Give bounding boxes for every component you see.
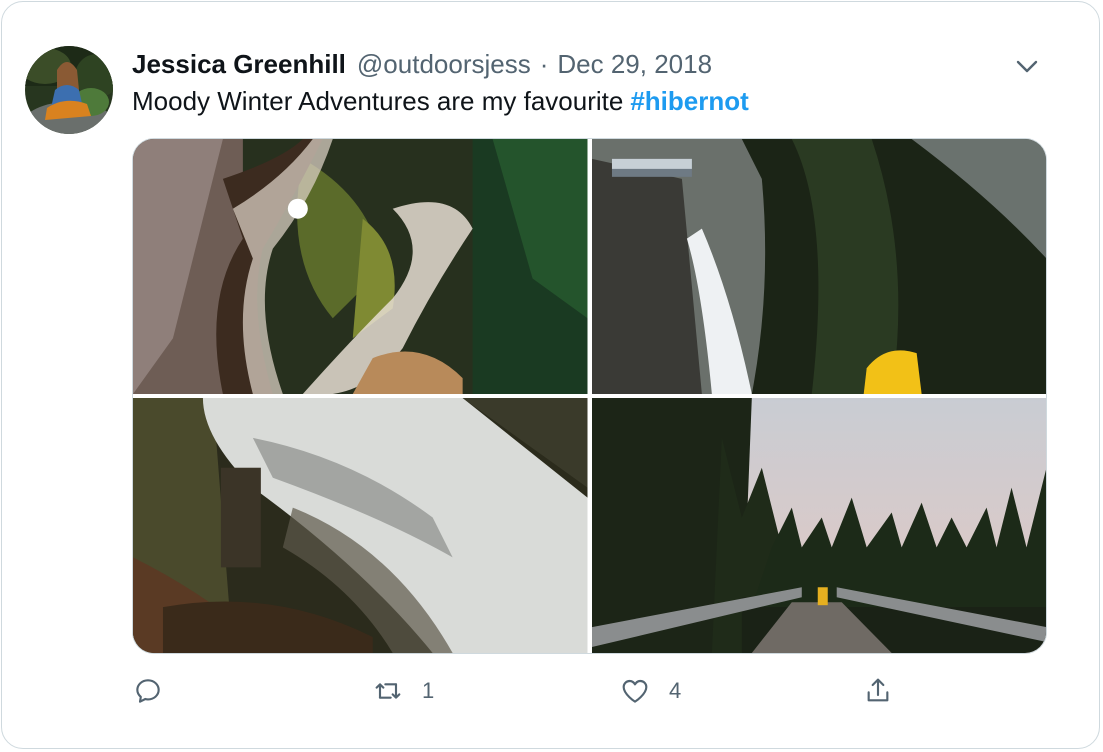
tweet-card[interactable]: Jessica Greenhill @outdoorsjess · Dec 29… [1,1,1100,749]
share-icon [867,678,889,702]
action-bar: 1 4 [132,670,1047,712]
separator-dot: · [539,48,549,79]
hashtag-link[interactable]: #hibernot [630,86,748,116]
retweet-button[interactable]: 1 [372,670,434,712]
like-count: 4 [669,678,682,703]
tweet-text: Moody Winter Adventures are my favourite… [132,86,749,117]
reply-button[interactable] [132,670,164,712]
photo-1[interactable] [133,139,588,394]
share-button[interactable] [862,670,894,712]
tweet-header: Jessica Greenhill @outdoorsjess · Dec 29… [132,46,712,82]
photo-3[interactable] [133,398,588,653]
photo-4[interactable] [591,398,1046,653]
tweet-body: Moody Winter Adventures are my favourite [132,86,624,116]
author-handle[interactable]: @outdoorsjess [357,49,531,80]
like-button[interactable]: 4 [619,670,681,712]
chevron-down-icon[interactable] [1013,52,1041,80]
media-grid [132,138,1047,654]
tweet-date[interactable]: Dec 29, 2018 [557,49,712,80]
photo-2[interactable] [591,139,1046,394]
retweet-count: 1 [422,678,435,703]
avatar[interactable] [25,46,113,134]
retweet-icon [375,683,401,699]
reply-icon [136,679,160,703]
author-name[interactable]: Jessica Greenhill [132,49,346,80]
heart-icon [622,679,648,703]
